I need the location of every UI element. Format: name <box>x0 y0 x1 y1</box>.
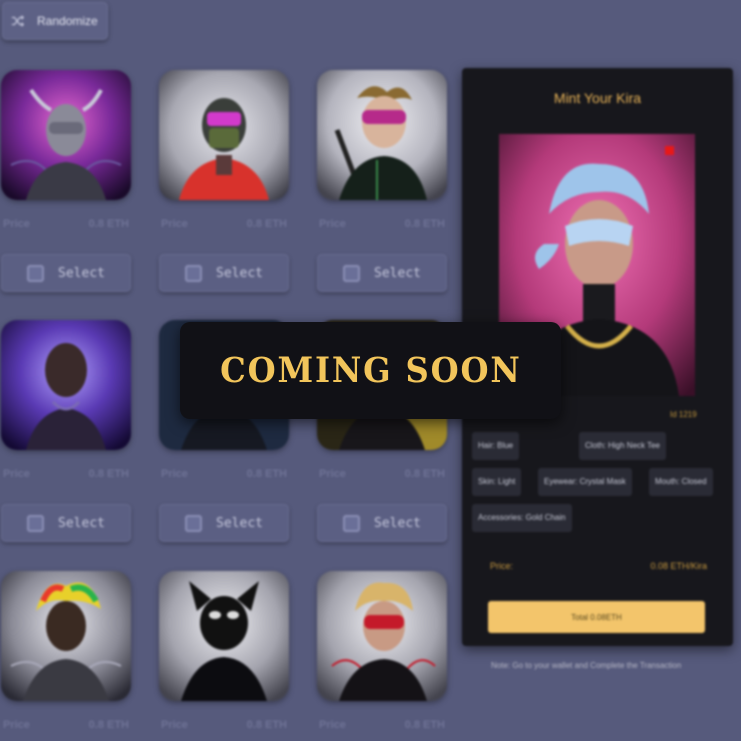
select-checkbox[interactable] <box>27 514 45 532</box>
price-value: 0.8 ETH <box>88 218 129 230</box>
coming-soon-text: COMING SOON <box>219 350 522 391</box>
price-value: 0.8 ETH <box>404 468 445 480</box>
randomize-button[interactable]: Randomize <box>2 2 108 40</box>
price-value: 0.8 ETH <box>88 719 129 731</box>
select-checkbox[interactable] <box>185 514 203 532</box>
nft-card[interactable]: Price 0.8 ETH Select <box>1 70 131 292</box>
price-label: Price <box>161 218 188 230</box>
nft-image[interactable] <box>317 571 447 701</box>
price-label: Price <box>319 218 346 230</box>
select-label: Select <box>58 265 105 281</box>
coming-soon-overlay: COMING SOON <box>180 322 561 419</box>
trait-badge: Cloth: High Neck Tee <box>579 432 666 460</box>
select-label: Select <box>216 265 263 281</box>
price-value: 0.08 ETH/Kira <box>650 561 707 571</box>
select-checkbox[interactable] <box>27 264 45 282</box>
select-button[interactable]: Select <box>159 504 289 542</box>
select-button[interactable]: Select <box>317 504 447 542</box>
price-label: Price <box>3 218 30 230</box>
trait-badge: Hair: Blue <box>472 432 520 460</box>
price-label: Price <box>3 468 30 480</box>
shuffle-icon <box>11 15 25 27</box>
card-meta: Price 0.8 ETH <box>317 719 447 735</box>
select-label: Select <box>216 515 263 531</box>
select-button[interactable]: Select <box>1 504 131 542</box>
trait-badge: Accessories: Gold Chain <box>472 504 572 532</box>
select-button[interactable]: Select <box>1 254 131 292</box>
token-id: Id 1219 <box>670 410 697 419</box>
card-meta: Price 0.8 ETH <box>1 218 131 234</box>
nft-card[interactable]: Price 0.8 ETH <box>1 571 131 735</box>
nft-image[interactable] <box>317 70 447 200</box>
nft-card[interactable]: Price 0.8 ETH Select <box>159 70 289 292</box>
price-label: Price <box>319 468 346 480</box>
mint-total-button[interactable]: Total 0.08ETH <box>488 601 705 633</box>
card-meta: Price 0.8 ETH <box>159 719 289 735</box>
select-checkbox[interactable] <box>185 264 203 282</box>
price-value: 0.8 ETH <box>246 468 287 480</box>
card-meta: Price 0.8 ETH <box>159 218 289 234</box>
price-value: 0.8 ETH <box>246 719 287 731</box>
trait-badge: Skin: Light <box>472 468 522 496</box>
price-label: Price <box>319 719 346 731</box>
randomize-label: Randomize <box>37 14 98 28</box>
trait-badge: Mouth: Closed <box>649 468 713 496</box>
price-value: 0.8 ETH <box>246 218 287 230</box>
select-label: Select <box>374 265 421 281</box>
price-value: 0.8 ETH <box>404 218 445 230</box>
nft-image[interactable] <box>159 70 289 200</box>
price-value: 0.8 ETH <box>404 719 445 731</box>
wallet-note: Note: Go to your wallet and Complete the… <box>491 661 682 670</box>
nft-card[interactable]: Price 0.8 ETH <box>159 571 289 735</box>
nft-image[interactable] <box>1 320 131 450</box>
mint-title: Mint Your Kira <box>553 90 642 106</box>
card-meta: Price 0.8 ETH <box>1 468 131 484</box>
nft-card[interactable]: Price 0.8 ETH Select <box>1 320 131 542</box>
card-meta: Price 0.8 ETH <box>159 468 289 484</box>
select-button[interactable]: Select <box>159 254 289 292</box>
card-meta: Price 0.8 ETH <box>317 468 447 484</box>
select-label: Select <box>374 515 421 531</box>
price-value: 0.8 ETH <box>88 468 129 480</box>
price-label: Price <box>161 719 188 731</box>
nft-image[interactable] <box>1 70 131 200</box>
nft-card[interactable]: Price 0.8 ETH Select <box>317 70 447 292</box>
total-label: Total 0.08ETH <box>571 612 622 622</box>
price-label: Price <box>3 719 30 731</box>
select-label: Select <box>58 515 105 531</box>
card-meta: Price 0.8 ETH <box>1 719 131 735</box>
select-button[interactable]: Select <box>317 254 447 292</box>
price-label: Price <box>161 468 188 480</box>
select-checkbox[interactable] <box>343 514 361 532</box>
nft-image[interactable] <box>159 571 289 701</box>
nft-image[interactable] <box>1 571 131 701</box>
trait-badge: Eyewear: Crystal Mask <box>538 468 632 496</box>
nft-card[interactable]: Price 0.8 ETH <box>317 571 447 735</box>
select-checkbox[interactable] <box>343 264 361 282</box>
card-meta: Price 0.8 ETH <box>317 218 447 234</box>
price-label: Price: <box>490 561 514 571</box>
